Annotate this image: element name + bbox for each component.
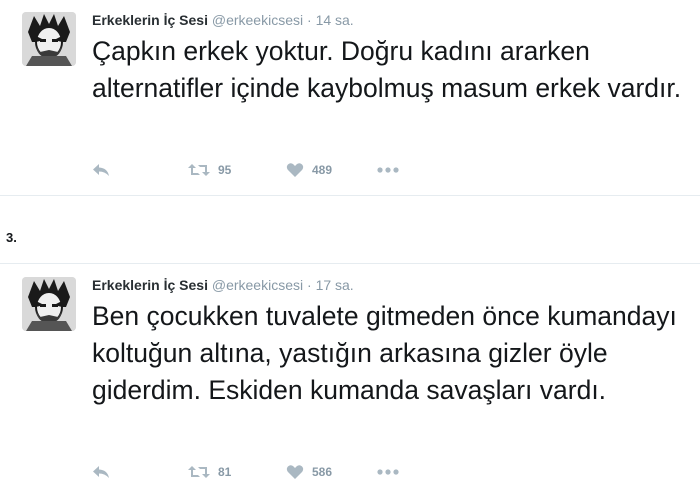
- like-button[interactable]: 489: [286, 160, 332, 180]
- author-name[interactable]: Erkeklerin İç Sesi: [92, 12, 208, 28]
- author-handle[interactable]: @erkeekicsesi: [212, 12, 303, 28]
- reply-icon: [92, 464, 110, 480]
- reply-icon: [92, 162, 110, 178]
- retweet-count: 95: [218, 163, 232, 177]
- heart-icon: [286, 464, 304, 480]
- retweet-button[interactable]: 95: [188, 160, 231, 180]
- more-icon: [376, 468, 400, 476]
- reply-button[interactable]: [92, 160, 110, 180]
- retweet-count: 81: [218, 465, 232, 479]
- retweet-button[interactable]: 81: [188, 462, 231, 482]
- avatar[interactable]: [22, 277, 76, 331]
- heart-icon: [286, 162, 304, 178]
- like-button[interactable]: 586: [286, 462, 332, 482]
- more-button[interactable]: [376, 462, 400, 482]
- reply-button[interactable]: [92, 462, 110, 482]
- more-icon: [376, 166, 400, 174]
- retweet-icon: [188, 162, 210, 178]
- author-name[interactable]: Erkeklerin İç Sesi: [92, 277, 208, 293]
- tweet-header: Erkeklerin İç Sesi @erkeekicsesi · 14 sa…: [92, 11, 354, 29]
- separator: ·: [307, 277, 312, 293]
- tweet-actions: 95 489: [92, 160, 492, 180]
- avatar[interactable]: [22, 12, 76, 66]
- more-button[interactable]: [376, 160, 400, 180]
- retweet-icon: [188, 464, 210, 480]
- tweet: Erkeklerin İç Sesi @erkeekicsesi · 14 sa…: [0, 0, 700, 195]
- section-number: 3.: [6, 230, 17, 245]
- divider: [0, 195, 700, 196]
- timestamp[interactable]: 17 sa.: [316, 277, 354, 293]
- divider: [0, 263, 700, 264]
- tweet: Erkeklerin İç Sesi @erkeekicsesi · 17 sa…: [0, 265, 700, 492]
- tweet-text: Ben çocukken tuvalete gitmeden önce kuma…: [92, 301, 677, 405]
- tweet-actions: 81 586: [92, 462, 492, 482]
- like-count: 586: [312, 465, 333, 479]
- tweet-text: Çapkın erkek yoktur. Doğru kadını ararke…: [92, 36, 682, 103]
- separator: ·: [307, 12, 312, 28]
- like-count: 489: [312, 163, 333, 177]
- tweet-header: Erkeklerin İç Sesi @erkeekicsesi · 17 sa…: [92, 276, 354, 294]
- timestamp[interactable]: 14 sa.: [316, 12, 354, 28]
- author-handle[interactable]: @erkeekicsesi: [212, 277, 303, 293]
